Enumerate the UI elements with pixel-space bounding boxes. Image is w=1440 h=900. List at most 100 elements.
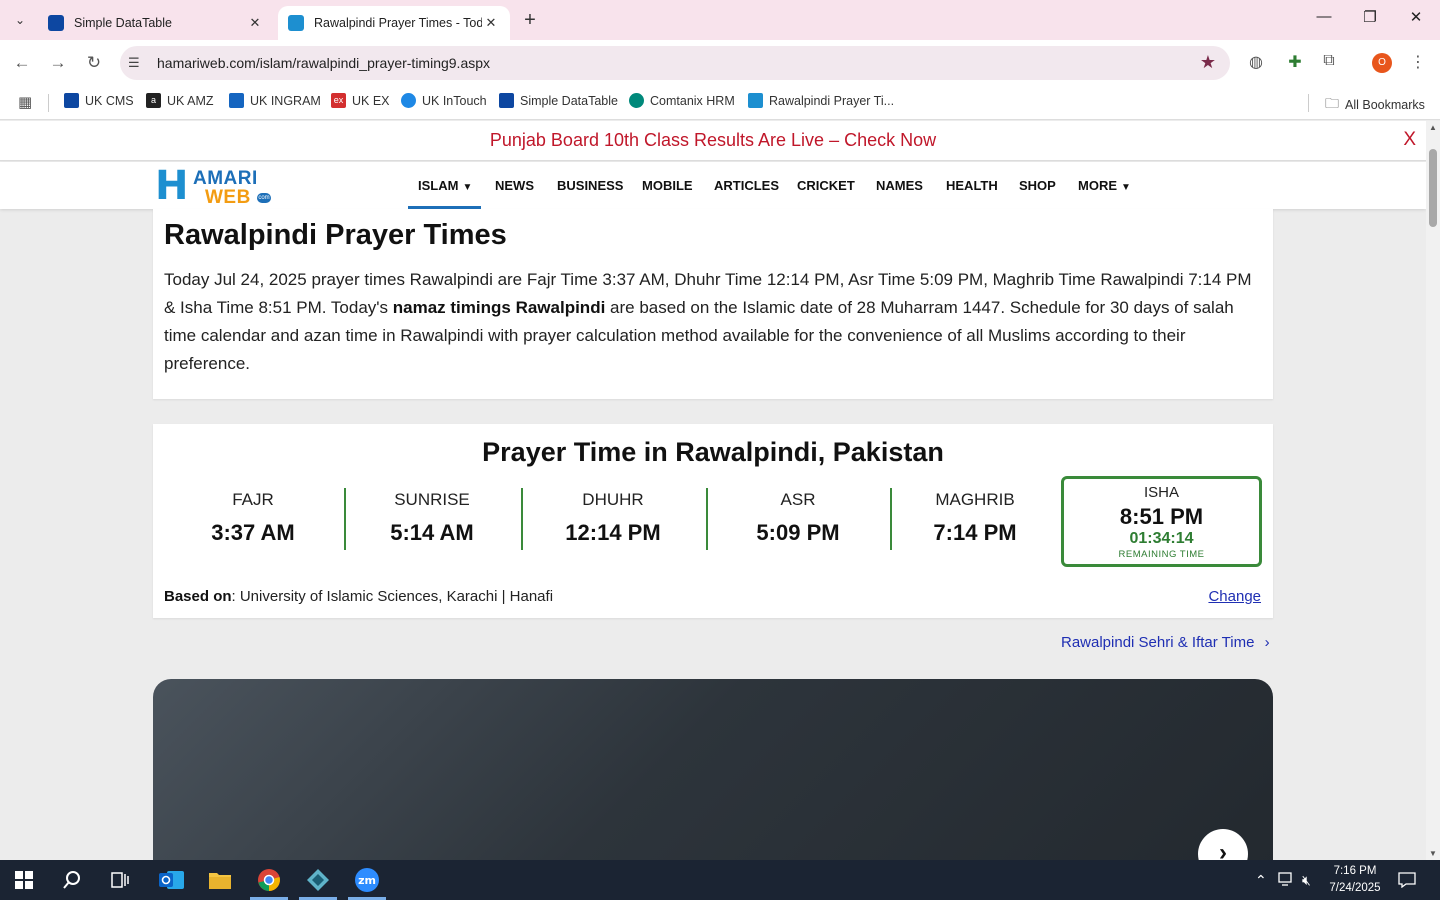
remaining-time-label: REMAINING TIME [1118,549,1205,560]
nav-news[interactable]: NEWS [495,178,534,193]
zoom-icon[interactable]: zm [353,866,381,894]
site-navigation: H AMARI WEB com ISLAM ▼ NEWS BUSINESS MOB… [0,162,1426,209]
all-bookmarks-label: All Bookmarks [1345,98,1425,112]
url-text[interactable]: hamariweb.com/islam/rawalpindi_prayer-ti… [157,55,490,71]
all-bookmarks-folder[interactable]: 🗀 All Bookmarks [1325,93,1425,117]
bookmark-uk-cms[interactable]: UK CMS [64,93,134,108]
site-info-icon[interactable]: ☰ [128,55,140,71]
promo-banner: Punjab Board 10th Class Results Are Live… [0,121,1426,161]
nav-label: NEWS [495,178,534,193]
nav-mobile[interactable]: MOBILE [642,178,693,193]
menu-kebab-icon[interactable]: ⋮ [1407,52,1429,72]
bookmark-rawalpindi-prayer[interactable]: Rawalpindi Prayer Ti... [748,93,894,108]
reload-icon[interactable]: ↻ [82,51,106,75]
tab-title: Rawalpindi Prayer Times - Toda [314,16,482,30]
tab-search-chevron-icon[interactable]: ⌄ [8,8,32,32]
file-explorer-icon[interactable] [206,866,234,894]
outlook-icon[interactable] [158,866,186,894]
taskbar-clock[interactable]: 7:16 PM 7/24/2025 [1318,863,1392,897]
bookmark-simple-datatable[interactable]: Simple DataTable [499,93,618,108]
bookmark-star-icon[interactable]: ★ [1200,52,1216,73]
nav-articles[interactable]: ARTICLES [714,178,779,193]
clock-date: 7/24/2025 [1329,882,1381,894]
bookmark-uk-intouch[interactable]: UK InTouch [401,93,487,108]
back-icon[interactable]: ← [10,51,34,75]
address-bar[interactable]: ☰ hamariweb.com/islam/rawalpindi_prayer-… [120,46,1230,80]
app-diamond-icon[interactable] [304,866,332,894]
intro-paragraph: Today Jul 24, 2025 prayer times Rawalpin… [164,266,1264,378]
minimize-icon[interactable]: — [1312,8,1336,25]
page-viewport: Punjab Board 10th Class Results Are Live… [0,121,1426,860]
nav-islam[interactable]: ISLAM ▼ [418,178,472,193]
page-scrollbar[interactable]: ▲ ▼ [1426,121,1440,860]
bookmark-uk-ingram[interactable]: UK INGRAM [229,93,321,108]
prayer-asr: ASR 5:09 PM [738,490,858,546]
nav-label: CRICKET [797,178,855,193]
bookmark-favicon-icon [401,93,416,108]
nav-label: ISLAM [418,178,459,193]
bookmark-favicon-icon: ex [331,93,346,108]
nav-label: ARTICLES [714,178,779,193]
sehri-iftar-link[interactable]: Rawalpindi Sehri & Iftar Time › [1061,634,1270,651]
apps-grid-icon[interactable]: ▦ [18,93,32,111]
nav-health[interactable]: HEALTH [946,178,998,193]
chevron-right-icon: › [1264,634,1270,651]
tray-chevron-up-icon[interactable]: ⌃ [1255,872,1267,889]
bookmark-uk-amz[interactable]: a UK AMZ [146,93,214,108]
task-view-icon[interactable] [106,866,134,894]
bookmarks-divider [1308,94,1309,112]
current-prayer-isha: ISHA 8:51 PM 01:34:14 REMAINING TIME [1061,476,1262,567]
promo-link[interactable]: Punjab Board 10th Class Results Are Live… [0,130,1426,151]
tab-title: Simple DataTable [74,16,172,30]
datatable-favicon-icon [48,15,64,31]
prayer-time: 5:09 PM [756,520,840,545]
scroll-thumb[interactable] [1429,149,1437,227]
chrome-icon[interactable] [255,866,283,894]
volume-muted-icon[interactable]: 🔇︎ [1302,872,1311,889]
bookmark-favicon-icon [629,93,644,108]
nav-shop[interactable]: SHOP [1019,178,1056,193]
bookmark-uk-ex[interactable]: ex UK EX [331,93,390,108]
video-player[interactable]: › [153,679,1273,860]
nav-more[interactable]: MORE ▼ [1078,178,1131,193]
prayer-divider [521,488,523,550]
scroll-up-arrow-icon[interactable]: ▲ [1426,123,1440,132]
nav-cricket[interactable]: CRICKET [797,178,855,193]
forward-icon[interactable]: → [46,51,70,75]
extensions-icon[interactable]: ⧉ [1318,52,1340,70]
tab-close-icon[interactable]: ✕ [482,15,500,31]
prayer-divider [706,488,708,550]
nav-names[interactable]: NAMES [876,178,923,193]
scroll-down-arrow-icon[interactable]: ▼ [1426,849,1440,858]
search-icon[interactable] [58,866,86,894]
page-title: Rawalpindi Prayer Times [164,219,507,251]
tab-close-icon[interactable]: ✕ [246,15,264,31]
prayer-name: MAGHRIB [935,490,1015,509]
nav-business[interactable]: BUSINESS [557,178,623,193]
tab-rawalpindi-prayer-times[interactable]: Rawalpindi Prayer Times - Toda ✕ [278,6,510,40]
promo-close-button[interactable]: X [1403,129,1416,151]
tab-simple-datatable[interactable]: Simple DataTable ✕ [38,6,274,40]
translate-globe-icon[interactable]: ◍ [1245,52,1267,72]
chevron-down-icon: ▼ [1121,182,1131,193]
profile-avatar[interactable]: O [1372,53,1392,73]
prayer-name: ASR [780,490,816,509]
hamariweb-logo[interactable]: H AMARI WEB com [155,166,275,208]
windows-start-icon[interactable] [10,866,38,894]
bookmark-favicon-icon [229,93,244,108]
extension-puzzle-green-icon[interactable]: ✚ [1284,52,1306,72]
intro-card: Rawalpindi Prayer Times Today Jul 24, 20… [153,209,1273,399]
bookmark-comtanix-hrm[interactable]: Comtanix HRM [629,93,735,108]
based-on-value: : University of Islamic Sciences, Karach… [231,588,554,605]
network-icon[interactable] [1278,872,1296,889]
restore-icon[interactable]: ❐ [1358,8,1382,26]
logo-web-text: WEB [205,187,251,208]
prayer-time: 3:37 AM [211,520,295,545]
window-close-icon[interactable]: ✕ [1404,8,1428,26]
change-method-link[interactable]: Change [1208,588,1261,605]
nav-label: MORE [1078,178,1117,193]
notifications-icon[interactable] [1398,872,1416,891]
windows-taskbar: zm ⌃ 🔇︎ 7:16 PM 7/24/2025 [0,860,1440,900]
next-arrow-icon[interactable]: › [1198,829,1248,860]
new-tab-plus-icon[interactable]: + [518,9,542,32]
